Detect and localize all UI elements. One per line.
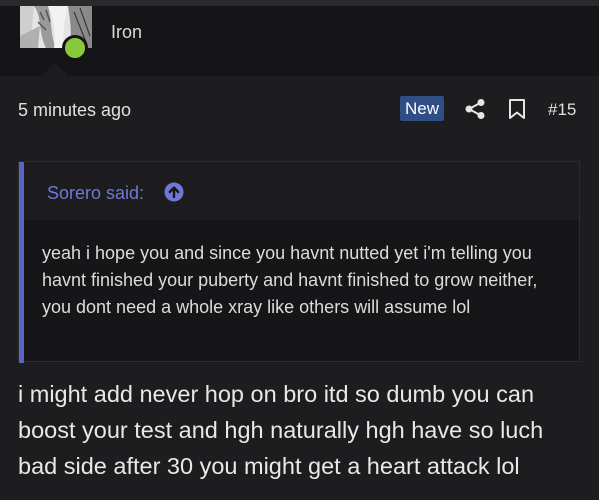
post-timestamp[interactable]: 5 minutes ago <box>18 100 131 121</box>
new-badge: New <box>400 96 445 121</box>
header-pointer <box>42 62 68 76</box>
quote-author-link[interactable]: Sorero said: <box>47 183 144 204</box>
arrow-up-circle-icon[interactable] <box>164 182 184 202</box>
user-header: Iron <box>0 6 599 76</box>
quote-header: Sorero said: <box>24 162 579 220</box>
bookmark-icon[interactable] <box>507 98 527 120</box>
share-icon[interactable] <box>464 98 486 120</box>
username[interactable]: Iron <box>111 22 142 43</box>
quote-block: Sorero said: yeah i hope you and since y… <box>18 161 580 363</box>
post-number-link[interactable]: #15 <box>548 100 576 120</box>
post-meta-row: 5 minutes ago New #15 <box>0 96 599 126</box>
quote-text: yeah i hope you and since you havnt nutt… <box>42 243 538 317</box>
post-container: Iron 5 minutes ago New #15 Sorero said: … <box>0 0 599 500</box>
post-message: i might add never hop on bro itd so dumb… <box>18 381 544 479</box>
online-status-indicator <box>62 35 88 61</box>
